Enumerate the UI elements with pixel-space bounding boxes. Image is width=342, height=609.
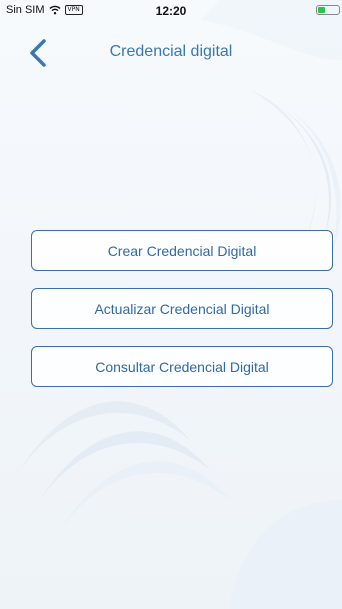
create-credential-button[interactable]: Crear Credencial Digital bbox=[31, 230, 333, 271]
update-credential-button[interactable]: Actualizar Credencial Digital bbox=[31, 288, 333, 329]
battery-icon bbox=[316, 5, 340, 15]
navigation-bar: Credencial digital bbox=[0, 28, 342, 78]
screen: Sin SIM VPN 12:20 Credencial digital Cre… bbox=[0, 0, 342, 609]
status-time: 12:20 bbox=[155, 4, 187, 18]
actions-list: Crear Credencial Digital Actualizar Cred… bbox=[31, 230, 333, 404]
consult-credential-button[interactable]: Consultar Credencial Digital bbox=[31, 346, 333, 387]
battery-level-fill bbox=[318, 7, 325, 13]
status-bar: Sin SIM VPN 12:20 bbox=[0, 0, 342, 20]
page-title: Credencial digital bbox=[109, 43, 233, 60]
